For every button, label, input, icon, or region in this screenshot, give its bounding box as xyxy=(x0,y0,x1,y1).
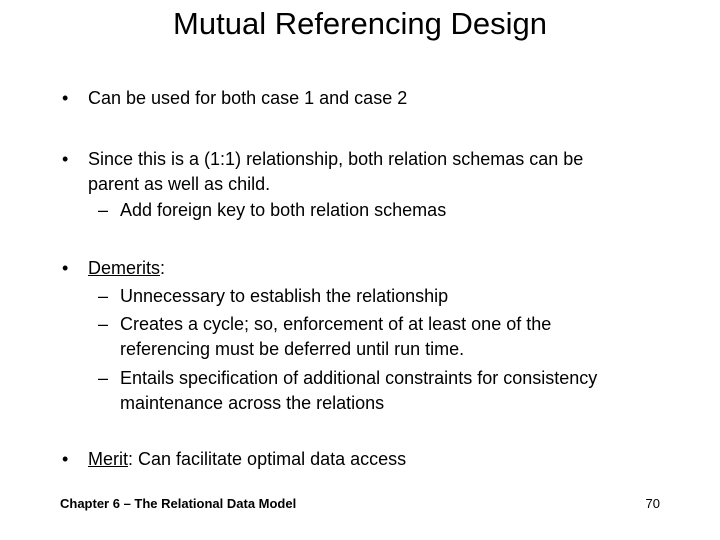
bullet-text-line: parent as well as child. xyxy=(88,174,271,194)
slide-title: Mutual Referencing Design xyxy=(173,6,547,41)
dash-icon: – xyxy=(98,314,109,334)
sub-bullet-text-line: maintenance across the relations xyxy=(120,393,385,413)
sub-bullet-text-line: Creates a cycle; so, enforcement of at l… xyxy=(120,314,552,334)
sub-bullet-text-line: Entails specification of additional cons… xyxy=(120,368,598,388)
dash-icon: – xyxy=(98,286,109,306)
merit-text: : Can facilitate optimal data access xyxy=(128,449,407,469)
merit-label: Merit xyxy=(88,449,128,469)
bullet-icon: • xyxy=(62,88,69,108)
sub-bullet-text: Add foreign key to both relation schemas xyxy=(120,200,447,220)
bullet-icon: • xyxy=(62,258,69,278)
dash-icon: – xyxy=(98,368,109,388)
demerits-colon: : xyxy=(160,258,166,278)
footer-chapter: Chapter 6 – The Relational Data Model xyxy=(60,496,297,511)
demerits-heading: Demerits: xyxy=(88,256,668,280)
bullet-text-line: Since this is a (1:1) relationship, both… xyxy=(88,149,584,169)
bullet-icon: • xyxy=(62,149,69,169)
demerits-label: Demerits xyxy=(88,258,161,278)
sub-bullet-text-line: referencing must be deferred until run t… xyxy=(120,339,465,359)
bullet-text: Can be used for both case 1 and case 2 xyxy=(88,88,408,108)
dash-icon: – xyxy=(98,200,109,220)
merit-line: Merit: Can facilitate optimal data acces… xyxy=(88,447,668,471)
bullet-icon: • xyxy=(62,449,69,469)
page-number: 70 xyxy=(645,496,660,511)
sub-bullet-text: Unnecessary to establish the relationshi… xyxy=(120,286,449,306)
